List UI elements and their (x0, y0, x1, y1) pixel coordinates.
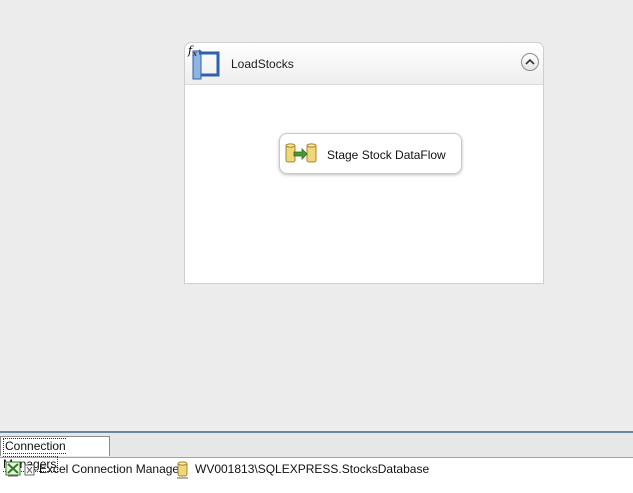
excel-connection-icon (5, 461, 37, 482)
database-connection-icon (176, 461, 190, 482)
collapse-button[interactable] (521, 53, 539, 71)
data-flow-task[interactable]: Stage Stock DataFlow (279, 133, 462, 174)
connection-label: Excel Connection Manager (39, 462, 184, 476)
design-canvas[interactable]: f x LoadStocks Stage Stock DataFlow (0, 0, 633, 431)
chevron-up-icon (525, 58, 535, 65)
container-title: LoadStocks (231, 57, 294, 71)
connection-managers-panel: Connection Managers Excel Connection Man… (0, 431, 633, 493)
task-label: Stage Stock DataFlow (327, 148, 446, 162)
data-flow-task-icon (285, 143, 317, 165)
tab-connection-managers[interactable]: Connection Managers (0, 436, 110, 472)
svg-text:x: x (193, 50, 197, 58)
container-header[interactable]: f x LoadStocks (185, 43, 543, 85)
sequence-container-icon: f x (187, 44, 221, 80)
connection-managers-tabstrip: Connection Managers (0, 433, 633, 472)
connection-label: WV001813\SQLEXPRESS.StocksDatabase (195, 462, 430, 476)
